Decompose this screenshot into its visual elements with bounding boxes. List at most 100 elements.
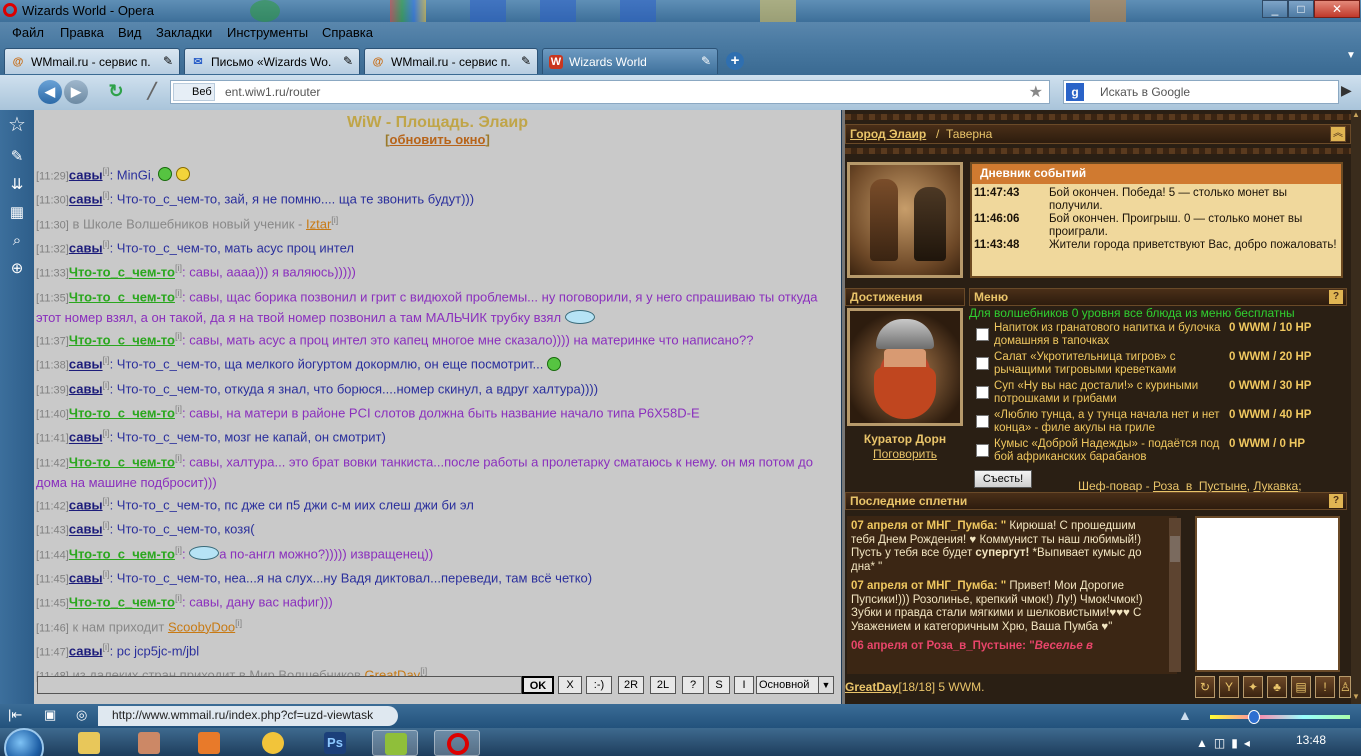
user-info-link[interactable]: [i] bbox=[175, 545, 182, 555]
user-info-link[interactable]: [i] bbox=[103, 239, 110, 249]
2l-button[interactable]: 2L bbox=[650, 676, 676, 694]
user-info-link[interactable]: [i] bbox=[103, 428, 110, 438]
user-info-link[interactable]: [i] bbox=[175, 263, 182, 273]
user-info-link[interactable]: [i] bbox=[103, 642, 110, 652]
user-link[interactable]: савы bbox=[69, 522, 103, 537]
user-link[interactable]: савы bbox=[69, 497, 103, 512]
user-info-link[interactable]: [i] bbox=[175, 593, 182, 603]
menu-item-checkbox[interactable] bbox=[976, 444, 989, 457]
menu-item-checkbox[interactable] bbox=[976, 415, 989, 428]
user-link[interactable]: Что-то_с_чем-то bbox=[69, 289, 175, 304]
user-info-link[interactable]: [i] bbox=[420, 666, 427, 676]
city-link[interactable]: Город Элаир bbox=[850, 127, 926, 141]
tab-menu-icon[interactable]: ▼ bbox=[1344, 50, 1358, 68]
user-info-link[interactable]: [i] bbox=[103, 355, 110, 365]
gossip-help-button[interactable]: ? bbox=[1329, 494, 1343, 508]
menu-item-checkbox[interactable] bbox=[976, 357, 989, 370]
user-info-link[interactable]: [i] bbox=[103, 380, 110, 390]
user-link[interactable]: савы bbox=[69, 240, 103, 255]
zoom-knob[interactable] bbox=[1248, 710, 1260, 724]
zoom-slider[interactable] bbox=[1210, 710, 1350, 724]
reload-icon[interactable]: ↻ bbox=[104, 80, 128, 104]
user-info-link[interactable]: [i] bbox=[175, 288, 182, 298]
tab-edit-icon[interactable]: ✎ bbox=[701, 54, 711, 68]
refresh-link[interactable]: обновить окно bbox=[390, 132, 486, 147]
menu-view[interactable]: Вид bbox=[118, 25, 142, 40]
backpack-icon[interactable]: ♣ bbox=[1267, 676, 1287, 698]
taskbar-media[interactable] bbox=[186, 730, 232, 756]
scroll-up-icon[interactable]: ▲ bbox=[1351, 110, 1361, 122]
refresh-icon[interactable]: ↻ bbox=[1195, 676, 1215, 698]
talk-link[interactable]: Поговорить bbox=[845, 447, 965, 461]
character-icon[interactable]: ♙ bbox=[1339, 676, 1351, 698]
taskbar-photoshop[interactable]: Ps bbox=[312, 730, 358, 756]
user-info-link[interactable]: [i] bbox=[331, 215, 338, 225]
gossip-scrollbar[interactable] bbox=[1169, 518, 1181, 672]
history-icon[interactable]: ▦ bbox=[6, 202, 28, 224]
user-link[interactable]: ScoobyDoo bbox=[168, 619, 235, 634]
forward-button[interactable]: ▶ bbox=[64, 80, 88, 104]
user-info-link[interactable]: [i] bbox=[103, 496, 110, 506]
i-button[interactable]: I bbox=[734, 676, 754, 694]
chat-input[interactable] bbox=[37, 676, 522, 694]
address-bar[interactable]: Веб ent.wiw1.ru/router ★ bbox=[170, 80, 1050, 104]
user-info-link[interactable]: [i] bbox=[175, 453, 182, 463]
menu-help[interactable]: Справка bbox=[322, 25, 373, 40]
scroll-down-icon[interactable]: ▼ bbox=[1351, 692, 1361, 704]
back-button[interactable]: ◀ bbox=[38, 80, 62, 104]
notes-icon[interactable]: ✎ bbox=[6, 146, 28, 168]
user-info-link[interactable]: [i] bbox=[103, 520, 110, 530]
user-link[interactable]: Что-то_с_чем-то bbox=[69, 405, 175, 420]
help-button[interactable]: ? bbox=[682, 676, 704, 694]
search-go-icon[interactable]: ▶ bbox=[1341, 82, 1359, 102]
taskbar-app[interactable] bbox=[250, 730, 296, 756]
channel-select[interactable]: Основной ▼ bbox=[756, 676, 834, 694]
menu-item-checkbox[interactable] bbox=[976, 386, 989, 399]
user-info-link[interactable]: [i] bbox=[175, 404, 182, 414]
2r-button[interactable]: 2R bbox=[618, 676, 644, 694]
ok-button[interactable]: OK bbox=[522, 676, 554, 694]
taskbar-app[interactable] bbox=[372, 730, 418, 756]
user-link[interactable]: Что-то_с_чем-то bbox=[69, 546, 175, 561]
eat-button[interactable]: Съесть! bbox=[974, 470, 1032, 488]
tray-icons[interactable]: ▲◫▮◂ bbox=[1196, 736, 1256, 750]
user-link[interactable]: савы bbox=[69, 570, 103, 585]
user-link[interactable]: савы bbox=[69, 357, 103, 372]
start-button[interactable] bbox=[4, 728, 44, 756]
downloads-icon[interactable]: ⇊ bbox=[6, 174, 28, 196]
tab-edit-icon[interactable]: ✎ bbox=[343, 54, 353, 68]
google-icon[interactable]: g bbox=[1066, 83, 1084, 101]
tab-wmmail-2[interactable]: @ WMmail.ru - сервис п... ✎ bbox=[364, 48, 538, 74]
user-info-link[interactable]: [i] bbox=[103, 569, 110, 579]
menu-edit[interactable]: Правка bbox=[60, 25, 104, 40]
book-icon[interactable]: ▤ bbox=[1291, 676, 1311, 698]
bookmarks-star-icon[interactable]: ☆ bbox=[6, 114, 28, 136]
user-link[interactable]: Что-то_с_чем-то bbox=[69, 265, 175, 280]
user-info-link[interactable]: [i] bbox=[103, 190, 110, 200]
menu-tools[interactable]: Инструменты bbox=[227, 25, 308, 40]
url-text[interactable]: ent.wiw1.ru/router bbox=[225, 85, 320, 99]
panel-toggle-icon[interactable]: |⇤ bbox=[8, 707, 22, 723]
s-button[interactable]: S bbox=[708, 676, 730, 694]
close-button[interactable]: ✕ bbox=[1314, 0, 1360, 18]
menu-file[interactable]: Файл bbox=[12, 25, 44, 40]
search-box[interactable]: g Искать в Google bbox=[1063, 80, 1339, 104]
clear-button[interactable]: X bbox=[558, 676, 582, 694]
minimize-button[interactable]: _ bbox=[1262, 0, 1288, 18]
user-info-link[interactable]: [i] bbox=[235, 618, 242, 628]
user-link[interactable]: савы bbox=[69, 192, 103, 207]
user-link[interactable]: Что-то_с_чем-то bbox=[69, 454, 175, 469]
tab-mail[interactable]: ✉ Письмо «Wizards Wo... ✎ bbox=[184, 48, 360, 74]
clock[interactable]: 13:48 bbox=[1296, 733, 1326, 747]
collapse-icon[interactable]: ︽ bbox=[1330, 126, 1346, 142]
tab-edit-icon[interactable]: ✎ bbox=[163, 54, 173, 68]
tree-icon[interactable]: Y bbox=[1219, 676, 1239, 698]
new-tab-button[interactable]: + bbox=[726, 52, 744, 70]
add-panel-icon[interactable]: ⊕ bbox=[6, 258, 28, 280]
maximize-button[interactable]: □ bbox=[1288, 0, 1314, 18]
zoom-icon[interactable]: ▲ bbox=[1178, 707, 1196, 725]
taskbar-app[interactable] bbox=[126, 730, 172, 756]
page-scrollbar[interactable]: ▲ ▼ bbox=[1351, 110, 1361, 704]
achievements-title[interactable]: Достижения bbox=[850, 290, 922, 304]
user-link[interactable]: савы bbox=[69, 643, 103, 658]
